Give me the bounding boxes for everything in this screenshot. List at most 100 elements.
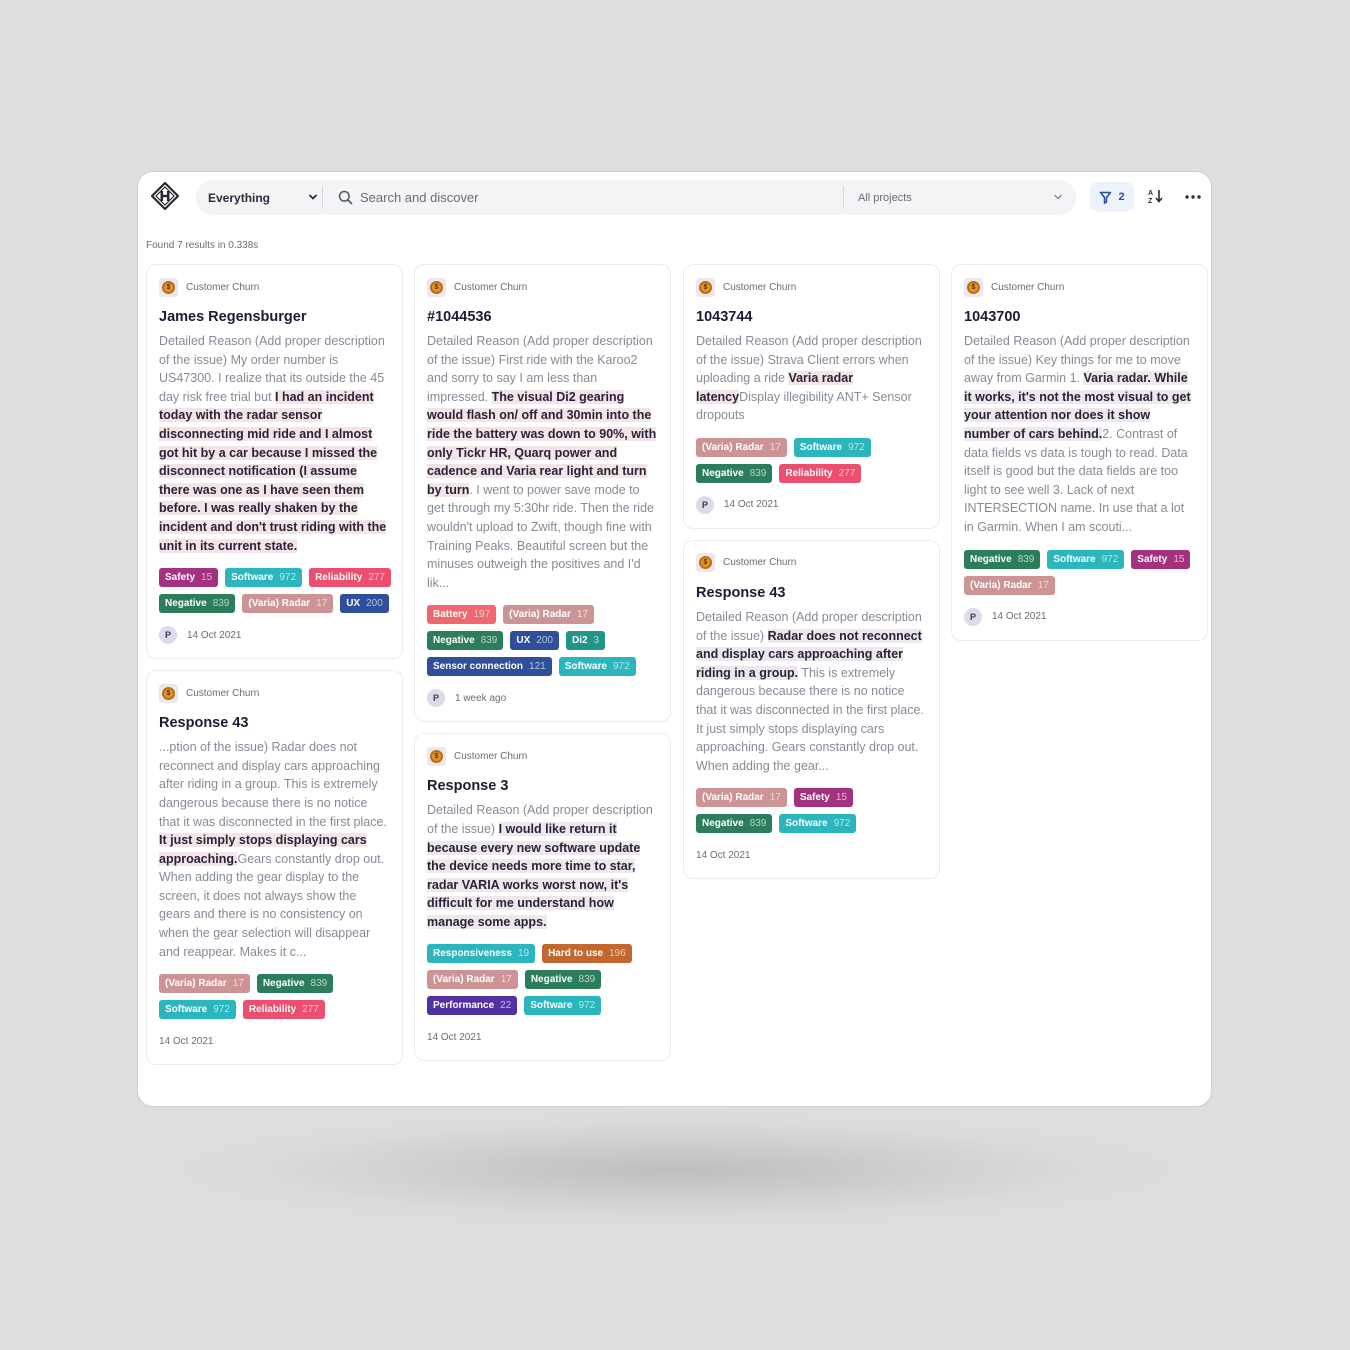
tag-count: 972 — [848, 441, 865, 453]
app-window: Everything All projects 2 A Z — [137, 171, 1212, 1107]
result-card[interactable]: $ Customer Churn James Regensburger Detaile… — [146, 264, 403, 660]
card-date: 14 Oct 2021 — [992, 611, 1047, 623]
card-title[interactable]: Response 43 — [159, 713, 390, 733]
sort-button[interactable]: A Z — [1146, 186, 1166, 208]
card-title[interactable]: 1043700 — [964, 307, 1195, 327]
tag-label: Negative — [702, 467, 744, 479]
tag-chip[interactable]: Negative 839 — [159, 594, 236, 614]
projects-dropdown[interactable]: All projects — [858, 180, 1063, 215]
tag-count: 17 — [576, 609, 588, 621]
project-icon: $ — [427, 746, 446, 766]
tag-chip[interactable]: Negative 839 — [696, 463, 773, 483]
tag-chip[interactable]: (Varia) Radar 17 — [503, 605, 594, 625]
project-name[interactable]: Customer Churn — [454, 751, 527, 762]
card-title[interactable]: James Regensburger — [159, 307, 390, 327]
tag-chip[interactable]: Negative 839 — [524, 970, 602, 990]
tag-chip[interactable]: Reliability 277 — [779, 463, 862, 483]
avatar[interactable]: P — [427, 689, 445, 708]
card-title[interactable]: #1044536 — [427, 307, 658, 327]
coin-icon: $ — [162, 686, 175, 700]
tag-label: Software — [165, 1004, 208, 1016]
projects-label: All projects — [858, 191, 912, 204]
highlighted-text: I had an incident today with the radar s… — [159, 389, 387, 553]
coin-icon: $ — [699, 280, 712, 294]
tag-chip[interactable]: UX 200 — [510, 631, 559, 651]
tag-chip[interactable]: Safety 15 — [1131, 549, 1191, 569]
tag-label: Sensor connection — [433, 661, 524, 673]
tag-label: (Varia) Radar — [970, 579, 1032, 591]
card-date: 1 week ago — [455, 692, 507, 704]
result-card[interactable]: $ Customer Churn Response 43 Detailed Reaso… — [683, 539, 940, 880]
tag-chip[interactable]: (Varia) Radar 17 — [964, 575, 1055, 595]
avatar[interactable]: P — [696, 495, 714, 514]
project-icon: $ — [696, 277, 715, 297]
tag-count: 972 — [833, 818, 851, 830]
result-card[interactable]: $ Customer Churn 1043744 Detailed Reason (A… — [683, 264, 940, 529]
card-header: $ Customer Churn — [696, 277, 927, 297]
result-card[interactable]: $ Customer Churn #1044536 Detailed Reason (… — [414, 264, 671, 723]
tag-chip[interactable]: (Varia) Radar 17 — [242, 594, 334, 614]
project-name[interactable]: Customer Churn — [186, 282, 259, 293]
tag-chip[interactable]: Battery 197 — [427, 605, 497, 625]
tag-chip[interactable]: Safety 15 — [793, 788, 853, 808]
tag-chip[interactable]: Software 972 — [558, 657, 636, 677]
result-card[interactable]: $ Customer Churn Response 3 Detailed Reason… — [414, 733, 671, 1062]
more-options-button[interactable] — [1183, 186, 1203, 208]
tag-chip[interactable]: Software 972 — [793, 437, 871, 457]
card-title[interactable]: 1043744 — [696, 307, 927, 327]
tag-chip[interactable]: (Varia) Radar 17 — [159, 974, 250, 994]
tag-chip[interactable]: Safety 15 — [159, 568, 219, 588]
scope-dropdown[interactable]: Everything — [208, 180, 318, 215]
tag-chip[interactable]: Software 972 — [524, 996, 602, 1016]
project-name[interactable]: Customer Churn — [723, 557, 796, 568]
logo-icon[interactable] — [150, 181, 180, 211]
project-name[interactable]: Customer Churn — [723, 282, 796, 293]
tag-chip[interactable]: Reliability 277 — [242, 1000, 325, 1020]
search-bar: Everything All projects — [196, 180, 1076, 215]
tag-chip[interactable]: Performance 22 — [427, 996, 518, 1016]
project-name[interactable]: Customer Churn — [991, 282, 1064, 293]
project-icon: $ — [159, 277, 178, 297]
card-excerpt: Detailed Reason (Add proper description … — [696, 332, 927, 425]
filter-button[interactable]: 2 — [1090, 182, 1134, 212]
tag-chip[interactable]: Software 972 — [779, 814, 857, 834]
tag-chip[interactable]: Software 972 — [225, 568, 303, 588]
tag-chip[interactable]: Sensor connection 121 — [427, 657, 552, 677]
card-title[interactable]: Response 43 — [696, 583, 927, 603]
tag-count: 972 — [612, 661, 630, 673]
project-icon: $ — [159, 683, 178, 703]
tag-chip[interactable]: Software 972 — [159, 1000, 236, 1020]
tag-count: 972 — [213, 1004, 230, 1016]
tag-list: Battery 197 (Varia) Radar 17 Negative 839 UX 20… — [427, 605, 663, 677]
tag-chip[interactable]: (Varia) Radar 17 — [427, 970, 518, 990]
tag-label: Negative — [702, 818, 744, 830]
tag-chip[interactable]: Negative 839 — [696, 814, 773, 834]
tag-label: Reliability — [785, 467, 833, 479]
tag-list: (Varia) Radar 17 Safety 15 Negative 839 Softwa… — [696, 788, 932, 834]
tag-chip[interactable]: UX 200 — [340, 594, 389, 614]
project-name[interactable]: Customer Churn — [454, 282, 527, 293]
tag-chip[interactable]: Reliability 277 — [309, 568, 391, 588]
tag-list: Negative 839 Software 972 Safety 15 (Varia) Ra… — [964, 549, 1200, 595]
coin-icon: $ — [430, 280, 443, 294]
tag-count: 15 — [201, 572, 213, 584]
tag-chip[interactable]: Negative 839 — [256, 974, 334, 994]
avatar[interactable]: P — [964, 607, 982, 626]
result-card[interactable]: $ Customer Churn Response 43 ...ption of th… — [146, 670, 403, 1066]
result-card[interactable]: $ Customer Churn 1043700 Detailed Reason (A… — [951, 264, 1208, 641]
card-title[interactable]: Response 3 — [427, 776, 658, 796]
tag-chip[interactable]: Negative 839 — [964, 549, 1041, 569]
project-name[interactable]: Customer Churn — [186, 688, 259, 699]
tag-chip[interactable]: (Varia) Radar 17 — [696, 788, 787, 808]
card-header: $ Customer Churn — [427, 277, 658, 297]
tag-chip[interactable]: Software 972 — [1047, 549, 1125, 569]
tag-chip[interactable]: Di2 3 — [565, 631, 606, 651]
excerpt-text: . I went to power save mode to get throu… — [427, 482, 654, 590]
card-excerpt: ...ption of the issue) Radar does not re… — [159, 738, 390, 961]
tag-chip[interactable]: Responsiveness 19 — [427, 944, 536, 964]
avatar[interactable]: P — [159, 626, 177, 645]
tag-chip[interactable]: Hard to use 196 — [542, 944, 632, 964]
tag-chip[interactable]: (Varia) Radar 17 — [696, 437, 787, 457]
search-input[interactable] — [360, 180, 840, 215]
tag-chip[interactable]: Negative 839 — [427, 631, 504, 651]
